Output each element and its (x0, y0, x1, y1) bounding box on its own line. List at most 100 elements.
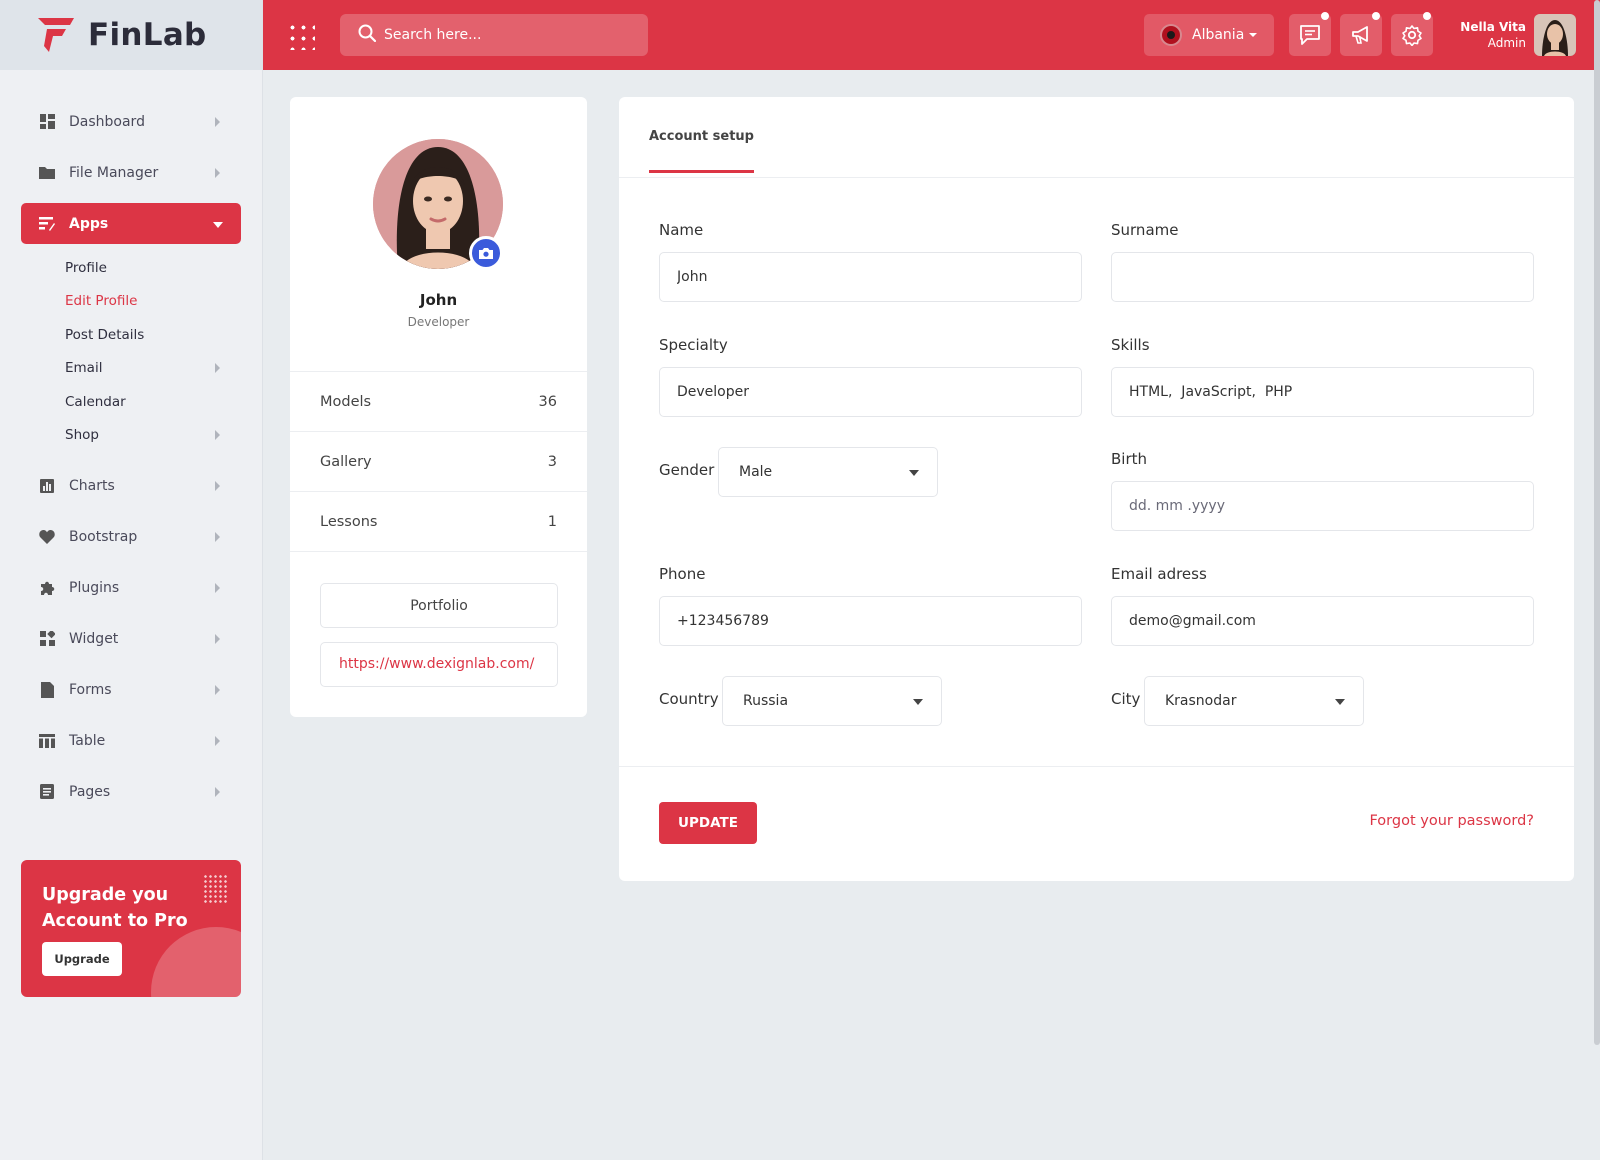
finlab-logo-icon (36, 16, 76, 54)
submenu-label: Calendar (65, 393, 126, 410)
sidebar-item-apps[interactable]: Apps (21, 203, 241, 244)
city-value: Krasnodar (1165, 693, 1237, 709)
country-select[interactable]: Russia (722, 676, 942, 726)
sidebar-item-label: Plugins (69, 579, 120, 596)
stat-value: 36 (538, 393, 557, 410)
logo[interactable]: FinLab (0, 0, 262, 70)
announcements-button[interactable] (1340, 12, 1382, 56)
sidebar-item-label: Pages (69, 783, 111, 800)
sidebar-item-forms[interactable]: Forms (0, 664, 262, 715)
user-avatar (1534, 14, 1576, 56)
change-photo-button[interactable] (469, 236, 503, 270)
tab-bar: Account setup (619, 97, 1574, 178)
city-select[interactable]: Krasnodar (1144, 676, 1364, 726)
submenu-item-shop[interactable]: Shop (0, 419, 262, 453)
user-role: Admin (1487, 36, 1526, 50)
surname-field[interactable] (1111, 252, 1534, 302)
albania-flag-icon (1160, 24, 1182, 46)
page-scrollbar[interactable] (1594, 0, 1600, 1045)
portfolio-button[interactable]: Portfolio (320, 583, 558, 628)
submenu-item-post-details[interactable]: Post Details (0, 318, 262, 352)
sidebar-item-label: Table (69, 732, 106, 749)
skills-label: Skills (1111, 336, 1150, 354)
upgrade-button[interactable]: Upgrade (42, 942, 122, 976)
skills-field[interactable] (1111, 367, 1534, 417)
messages-button[interactable] (1289, 12, 1331, 56)
user-menu[interactable]: Nella Vita Admin (1460, 14, 1576, 56)
submenu-item-email[interactable]: Email (0, 352, 262, 386)
profile-card: John Developer Models 36 Gallery 3 Lesso… (290, 97, 587, 717)
sidebar-item-plugins[interactable]: Plugins (0, 562, 262, 613)
name-field[interactable] (659, 252, 1082, 302)
settings-button[interactable] (1391, 12, 1433, 56)
birth-label: Birth (1111, 450, 1148, 468)
upgrade-title-line: Account to Pro (42, 911, 188, 931)
forgot-password-link[interactable]: Forgot your password? (1369, 813, 1534, 829)
language-selector[interactable]: Albania (1144, 14, 1274, 56)
submenu-item-edit-profile[interactable]: Edit Profile (0, 285, 262, 319)
chevron-right-icon (215, 531, 220, 542)
apps-submenu: Profile Edit Profile Post Details Email … (0, 249, 262, 460)
apps-icon (39, 216, 55, 232)
notification-dot (1372, 12, 1380, 20)
chevron-right-icon (215, 116, 220, 127)
chevron-right-icon (215, 735, 220, 746)
submenu-item-calendar[interactable]: Calendar (0, 385, 262, 419)
email-field[interactable] (1111, 596, 1534, 646)
sidebar-item-label: Apps (69, 215, 109, 232)
submenu-item-profile[interactable]: Profile (0, 251, 262, 285)
sidebar-item-table[interactable]: Table (0, 715, 262, 766)
chevron-down-icon (213, 221, 223, 228)
decorative-circle (151, 927, 241, 997)
birth-date-field[interactable] (1111, 481, 1534, 531)
chevron-right-icon (215, 633, 220, 644)
sidebar-item-label: Forms (69, 681, 112, 698)
gear-icon (1402, 25, 1422, 46)
submenu-label: Post Details (65, 326, 145, 343)
megaphone-icon (1352, 26, 1368, 44)
caret-down-icon (909, 470, 919, 476)
phone-field[interactable] (659, 596, 1082, 646)
city-label: City (1111, 690, 1141, 708)
grid-menu-icon[interactable] (287, 22, 315, 50)
sidebar-item-bootstrap[interactable]: Bootstrap (0, 511, 262, 562)
specialty-field[interactable] (659, 367, 1082, 417)
stat-label: Gallery (320, 453, 372, 470)
user-info: Nella Vita Admin (1460, 20, 1526, 50)
profile-role: Developer (407, 315, 470, 329)
surname-label: Surname (1111, 221, 1179, 239)
sidebar-item-widget[interactable]: Widget (0, 613, 262, 664)
sidebar-item-charts[interactable]: Charts (0, 460, 262, 511)
chevron-right-icon (215, 430, 220, 441)
form-icon (39, 681, 55, 698)
search-input[interactable] (384, 27, 624, 43)
app-name: FinLab (88, 17, 207, 53)
stat-row-models: Models 36 (290, 372, 587, 432)
divider (619, 766, 1574, 767)
caret-down-icon (1249, 33, 1258, 37)
notification-dot (1321, 12, 1329, 20)
upgrade-title: Upgrade you Account to Pro (42, 882, 220, 934)
chat-icon (1300, 25, 1320, 45)
sidebar-nav: Dashboard File Manager Apps Profile Edit… (0, 70, 262, 817)
sidebar-item-dashboard[interactable]: Dashboard (0, 96, 262, 147)
submenu-label: Email (65, 360, 103, 377)
sidebar: FinLab Dashboard File Manager Apps Profi… (0, 0, 263, 1160)
specialty-label: Specialty (659, 336, 728, 354)
widget-icon (39, 631, 55, 647)
sidebar-item-pages[interactable]: Pages (0, 766, 262, 817)
update-button[interactable]: UPDATE (659, 802, 757, 844)
heart-icon (39, 529, 55, 545)
submenu-label: Profile (65, 259, 107, 276)
search-bar[interactable] (340, 14, 648, 56)
tab-account-setup[interactable]: Account setup (649, 129, 754, 173)
camera-icon (479, 248, 493, 259)
gender-label: Gender (659, 461, 715, 479)
account-setup-card: Account setup Name Surname Specialty Ski… (619, 97, 1574, 881)
name-label: Name (659, 221, 704, 239)
gender-select[interactable]: Male (718, 447, 938, 497)
sidebar-item-file-manager[interactable]: File Manager (0, 147, 262, 198)
country-label: Country (659, 690, 719, 708)
portfolio-link[interactable]: https://www.dexignlab.com/ (320, 642, 558, 687)
upgrade-banner: Upgrade you Account to Pro Upgrade (21, 860, 241, 997)
